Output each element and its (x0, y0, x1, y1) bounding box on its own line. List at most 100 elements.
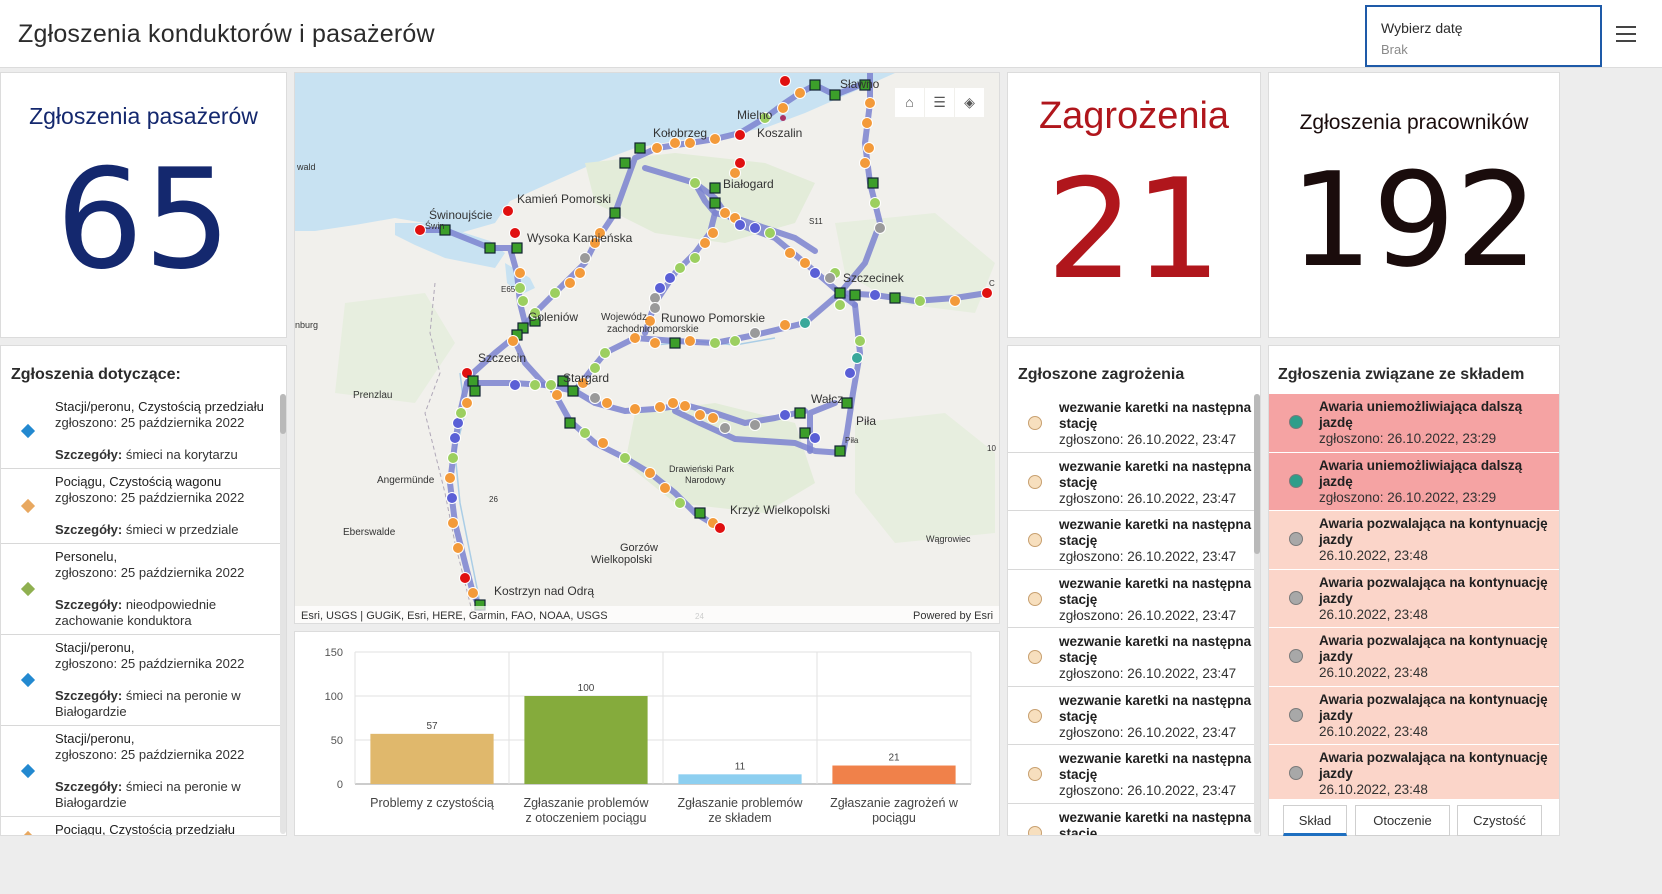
menu-icon[interactable] (1616, 26, 1638, 44)
map-incident-marker[interactable] (719, 422, 731, 434)
map-incident-marker[interactable] (509, 227, 521, 239)
map-incident-marker[interactable] (674, 262, 686, 274)
list-item[interactable]: Awaria pozwalająca na kontynuację jazdy 2… (1269, 745, 1559, 799)
map-incident-marker[interactable] (509, 379, 521, 391)
map-incident-marker[interactable] (734, 129, 746, 141)
chart-bar[interactable] (370, 733, 494, 784)
map-incident-marker[interactable] (689, 177, 701, 189)
map-incident-marker[interactable] (844, 367, 856, 379)
map-incident-marker[interactable] (809, 79, 821, 91)
map-incident-marker[interactable] (689, 252, 701, 264)
map-canvas[interactable]: Sławno Mielno Koszalin Kołobrzeg Białoga… (295, 73, 1000, 624)
map-incident-marker[interactable] (597, 437, 609, 449)
map-incident-marker[interactable] (469, 385, 481, 397)
tab-otoczenie[interactable]: Otoczenie (1355, 805, 1450, 836)
home-icon[interactable]: ⌂ (895, 88, 924, 117)
map-incident-marker[interactable] (452, 542, 464, 554)
map-incident-marker[interactable] (619, 452, 631, 464)
list-item[interactable]: wezwanie karetki na następna stację zgłos… (1008, 570, 1260, 628)
map-incident-marker[interactable] (659, 482, 671, 494)
map-incident-marker[interactable] (869, 289, 881, 301)
map-incident-marker[interactable] (851, 352, 863, 364)
map-incident-marker[interactable] (459, 572, 471, 584)
map-incident-marker[interactable] (634, 142, 646, 154)
map-incident-marker[interactable] (861, 117, 873, 129)
map-incident-marker[interactable] (794, 87, 806, 99)
map-incident-marker[interactable] (674, 497, 686, 509)
list-item[interactable]: Awaria pozwalająca na kontynuację jazdy 2… (1269, 569, 1559, 628)
map-incident-marker[interactable] (829, 89, 841, 101)
list-item[interactable]: Awaria uniemożliwiająca dalszą jazdę zgło… (1269, 452, 1559, 511)
map-incident-marker[interactable] (809, 432, 821, 444)
map-incident-marker[interactable] (859, 157, 871, 169)
map-incident-marker[interactable] (869, 197, 881, 209)
map-incident-marker[interactable] (889, 292, 901, 304)
map-incident-marker[interactable] (849, 289, 861, 301)
list-item[interactable]: wezwanie karetki na następna stację zgłos… (1008, 511, 1260, 570)
map-incident-marker[interactable] (684, 335, 696, 347)
map-incident-marker[interactable] (567, 385, 579, 397)
map-incident-marker[interactable] (564, 417, 576, 429)
map-incident-marker[interactable] (719, 207, 731, 219)
map-incident-marker[interactable] (599, 347, 611, 359)
passenger-list-scrollthumb[interactable] (280, 394, 286, 434)
map-incident-marker[interactable] (834, 299, 846, 311)
layers-icon[interactable]: ◈ (955, 88, 984, 117)
map-incident-marker[interactable] (824, 272, 836, 284)
list-item[interactable]: Stacji/peronu, Czystością przedziału zgło… (1, 394, 286, 469)
map-incident-marker[interactable] (779, 409, 791, 421)
map-incident-marker[interactable] (749, 327, 761, 339)
list-item[interactable]: Stacji/peronu, zgłoszono: 25 października… (1, 726, 286, 817)
map-incident-marker[interactable] (447, 517, 459, 529)
map-incident-marker[interactable] (779, 319, 791, 331)
map-incident-marker[interactable] (414, 224, 426, 236)
map-incident-marker[interactable] (551, 389, 563, 401)
list-item[interactable]: Awaria uniemożliwiająca dalszą jazdę zgło… (1269, 394, 1559, 453)
map-incident-marker[interactable] (467, 587, 479, 599)
map-incident-marker[interactable] (514, 267, 526, 279)
list-item[interactable]: wezwanie karetki na następna stację (1008, 804, 1260, 835)
map-incident-marker[interactable] (669, 337, 681, 349)
map-incident-marker[interactable] (664, 272, 676, 284)
map-incident-marker[interactable] (749, 419, 761, 431)
threat-list-items[interactable]: wezwanie karetki na następna stację zgłos… (1008, 394, 1260, 835)
map-incident-marker[interactable] (507, 335, 519, 347)
map-incident-marker[interactable] (654, 401, 666, 413)
map-incident-marker[interactable] (784, 247, 796, 259)
map-incident-marker[interactable] (455, 407, 467, 419)
map-incident-marker[interactable] (447, 452, 459, 464)
map-incident-marker[interactable] (834, 445, 846, 457)
list-item[interactable]: Stacji/peronu, zgłoszono: 25 października… (1, 635, 286, 726)
map-incident-marker[interactable] (452, 417, 464, 429)
map-incident-marker[interactable] (841, 397, 853, 409)
map-incident-marker[interactable] (484, 242, 496, 254)
map-incident-marker[interactable] (511, 242, 523, 254)
list-item[interactable]: Awaria pozwalająca na kontynuację jazdy 2… (1269, 628, 1559, 687)
map-incident-marker[interactable] (502, 205, 514, 217)
map-incident-marker[interactable] (514, 282, 526, 294)
passenger-list-items[interactable]: Stacji/peronu, Czystością przedziału zgło… (1, 394, 286, 835)
map-incident-marker[interactable] (654, 282, 666, 294)
list-item[interactable]: Pociągu, Czystością przedziału (1, 817, 286, 835)
map-incident-marker[interactable] (981, 287, 993, 299)
tab-czystosc[interactable]: Czystość (1457, 805, 1542, 836)
map-incident-marker[interactable] (709, 337, 721, 349)
passenger-list-scrollbar[interactable] (280, 394, 286, 834)
map-incident-marker[interactable] (549, 287, 561, 299)
list-item[interactable]: Awaria pozwalająca na kontynuację jazdy 2… (1269, 511, 1559, 570)
map-incident-marker[interactable] (619, 157, 631, 169)
map-incident-marker[interactable] (579, 252, 591, 264)
map-incident-marker[interactable] (517, 295, 529, 307)
date-selector[interactable]: Wybierz datę Brak (1365, 5, 1602, 67)
map-incident-marker[interactable] (644, 467, 656, 479)
map-incident-marker[interactable] (589, 392, 601, 404)
map-incident-marker[interactable] (764, 227, 776, 239)
map-incident-marker[interactable] (714, 522, 726, 534)
map-incident-marker[interactable] (709, 182, 721, 194)
map-incident-marker[interactable] (529, 379, 541, 391)
map-incident-marker[interactable] (649, 302, 661, 314)
map-incident-marker[interactable] (707, 412, 719, 424)
map-incident-marker[interactable] (779, 75, 791, 87)
map-incident-marker[interactable] (864, 97, 876, 109)
map-incident-marker[interactable] (729, 335, 741, 347)
